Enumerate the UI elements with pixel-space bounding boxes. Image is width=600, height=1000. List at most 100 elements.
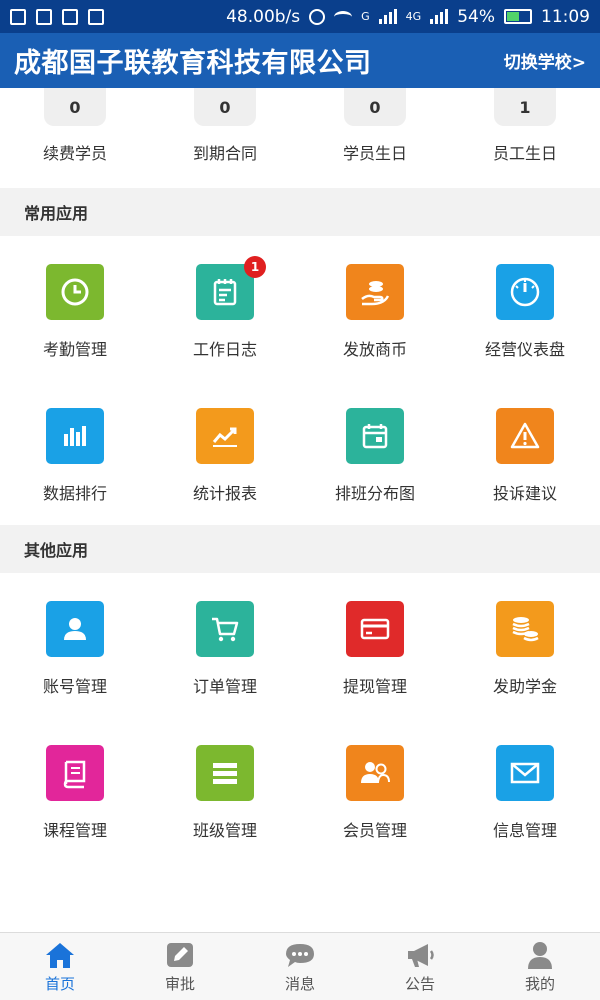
app-scholarship[interactable]: 发助学金 (450, 573, 600, 717)
app-tile (196, 601, 254, 657)
app-statistics-report[interactable]: 统计报表 (150, 380, 300, 524)
stat-value: 0 (344, 88, 406, 126)
line-chart-icon (212, 427, 237, 447)
megaphone-icon (408, 943, 434, 967)
app-tile (346, 408, 404, 464)
switch-school-button[interactable]: 切换学校> (504, 48, 586, 73)
app-withdrawal-management[interactable]: 提现管理 (300, 573, 450, 717)
app-dashboard[interactable]: 经营仪表盘 (450, 236, 600, 380)
tab-profile[interactable]: 我的 (480, 933, 600, 1000)
warning-icon (510, 422, 540, 449)
app-label: 数据排行 (42, 484, 107, 503)
tab-approval[interactable]: 审批 (120, 933, 240, 1000)
app-tile (346, 601, 404, 657)
app-label: 课程管理 (42, 821, 107, 840)
notification-badge: 1 (244, 256, 266, 278)
network-4g-label: 4G (405, 10, 422, 23)
tab-label: 消息 (284, 974, 315, 993)
app-label: 提现管理 (342, 677, 407, 696)
app-label: 发放商币 (342, 340, 407, 359)
bar-chart-icon (64, 426, 86, 446)
chat-icon (286, 943, 314, 967)
stat-label: 学员生日 (342, 144, 407, 163)
mail-icon (510, 762, 540, 784)
app-label: 账号管理 (42, 677, 107, 696)
app-tile (196, 408, 254, 464)
app-data-ranking[interactable]: 数据排行 (0, 380, 150, 524)
app-tile (496, 264, 554, 320)
app-label: 经营仪表盘 (484, 340, 565, 359)
app-header: 成都国子联教育科技有限公司 切换学校> (0, 33, 600, 88)
stats-row: 0 续费学员 0 到期合同 0 学员生日 1 员工生日 (0, 88, 600, 188)
bottom-tab-bar: 首页 审批 消息 公告 我的 (0, 932, 600, 1000)
network-g-label: G (361, 10, 370, 23)
app-member-management[interactable]: 会员管理 (300, 717, 450, 861)
edit-icon (167, 942, 193, 967)
home-icon (46, 942, 74, 968)
stat-student-birthdays[interactable]: 0 学员生日 (300, 88, 450, 188)
battery-icon (504, 9, 532, 24)
app-complaints[interactable]: 投诉建议 (450, 380, 600, 524)
app-label: 会员管理 (342, 821, 407, 840)
app-label: 投诉建议 (492, 484, 557, 503)
stat-label: 到期合同 (192, 144, 257, 163)
book-icon (63, 760, 86, 789)
school-title: 成都国子联教育科技有限公司 (14, 48, 372, 79)
app-work-log[interactable]: 1 工作日志 (150, 236, 300, 380)
tab-label: 首页 (44, 974, 75, 993)
app-tile (46, 408, 104, 464)
app-account-management[interactable]: 账号管理 (0, 573, 150, 717)
app-tile (496, 601, 554, 657)
stat-expiring-contracts[interactable]: 0 到期合同 (150, 88, 300, 188)
stat-renewal-students[interactable]: 0 续费学员 (0, 88, 150, 188)
app-tile (346, 745, 404, 801)
app-label: 考勤管理 (42, 340, 107, 359)
app-label: 发助学金 (492, 677, 557, 696)
tab-label: 我的 (524, 974, 555, 993)
usb-icon (88, 8, 104, 25)
tab-home[interactable]: 首页 (0, 933, 120, 1000)
app-label: 工作日志 (192, 340, 257, 359)
app-attendance[interactable]: 考勤管理 (0, 236, 150, 380)
clock-time: 11:09 (541, 6, 590, 27)
status-bar: 48.00b/s G 4G 54% 11:09 (0, 0, 600, 33)
other-apps-grid: 账号管理 订单管理 提现管理 发助学金 课程管理 班级管理 会员管理 信息管理 (0, 573, 600, 861)
user-icon (64, 618, 86, 640)
coin-stack-icon (512, 617, 539, 642)
tab-label: 公告 (404, 974, 435, 993)
section-header-other-apps: 其他应用 (0, 525, 600, 573)
gauge-icon (510, 277, 540, 307)
tab-announcements[interactable]: 公告 (360, 933, 480, 1000)
app-schedule-chart[interactable]: 排班分布图 (300, 380, 450, 524)
app-label: 统计报表 (192, 484, 257, 503)
app-tile (46, 745, 104, 801)
tab-messages[interactable]: 消息 (240, 933, 360, 1000)
clock-icon (61, 278, 89, 306)
stat-staff-birthdays[interactable]: 1 员工生日 (450, 88, 600, 188)
app-info-management[interactable]: 信息管理 (450, 717, 600, 861)
list-icon (213, 763, 237, 784)
battery-percent: 54% (457, 6, 495, 27)
app-tile (496, 408, 554, 464)
app-class-management[interactable]: 班级管理 (150, 717, 300, 861)
app-label: 班级管理 (192, 821, 257, 840)
app-issue-coins[interactable]: 发放商币 (300, 236, 450, 380)
app-order-management[interactable]: 订单管理 (150, 573, 300, 717)
signal-4g-icon (430, 9, 449, 24)
tab-label: 审批 (164, 974, 195, 993)
wifi-icon (334, 10, 353, 23)
app-tile (46, 264, 104, 320)
stat-value: 0 (194, 88, 256, 126)
signal-icon (378, 9, 397, 24)
stat-value: 0 (44, 88, 106, 126)
app-tile (496, 745, 554, 801)
coins-hand-icon (361, 281, 390, 306)
alarm-icon (309, 8, 326, 25)
app-tile (346, 264, 404, 320)
stat-label: 员工生日 (492, 144, 557, 163)
app-tile: 1 (196, 256, 266, 320)
app-label: 信息管理 (492, 821, 557, 840)
app-label: 订单管理 (192, 677, 257, 696)
add-icon (62, 8, 78, 25)
app-course-management[interactable]: 课程管理 (0, 717, 150, 861)
